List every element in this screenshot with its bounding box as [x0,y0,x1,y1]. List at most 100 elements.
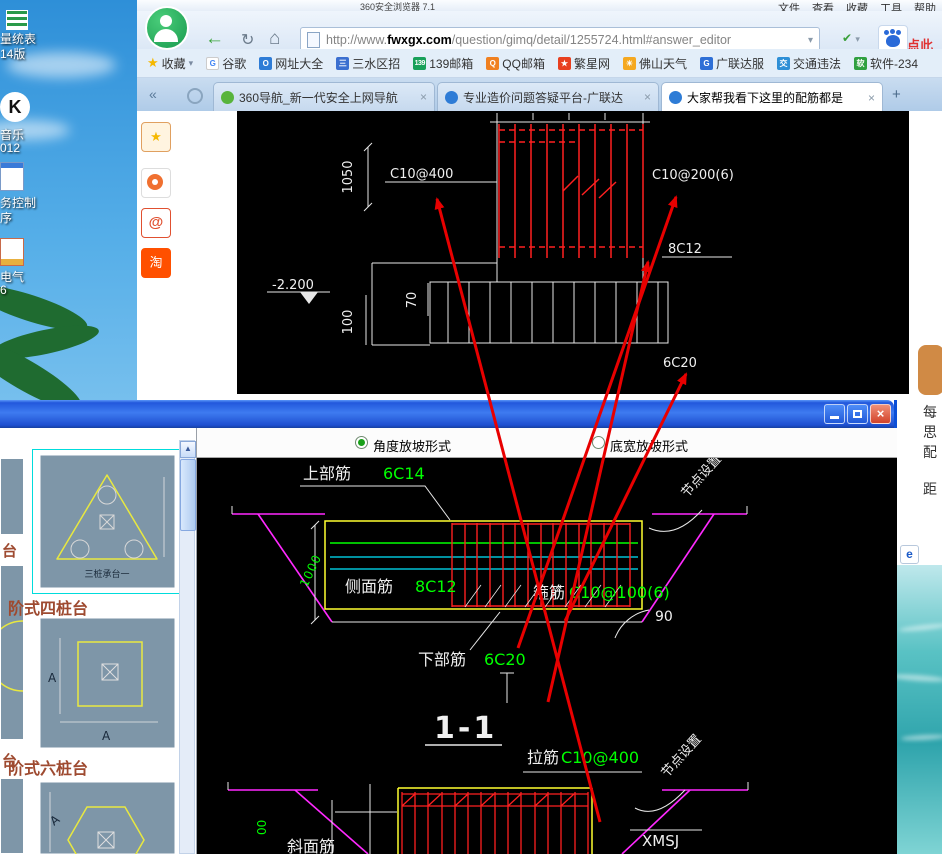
ie-badge-icon[interactable]: e [900,545,919,564]
sun-icon: ☀ [623,57,636,70]
template-tile-four-pile[interactable]: A A [40,618,175,753]
dialog-titlebar[interactable]: × [0,400,894,428]
bookmark-sanshui[interactable]: 三 三水区招 [336,55,400,72]
star-icon: ★ [147,55,159,71]
favorites-sidebar-icon[interactable]: ★ [141,122,171,152]
template-tile-three-pile[interactable]: 三桩承台一 [40,455,175,593]
bookmark-favorites[interactable]: ★ 收藏 ▾ [147,55,193,72]
chevron-down-icon: ▾ [189,58,194,69]
bookmark-traffic[interactable]: 交 交通违法 [777,55,841,72]
label-8c12: 8C12 [668,242,702,257]
avatar-body-shape [154,29,178,42]
refresh-button[interactable]: ↻ [241,30,254,50]
new-tab-button[interactable]: + [892,86,901,103]
tab-glodon-qa[interactable]: 专业造价问题答疑平台-广联达 × [437,82,659,111]
bookmark-qqmail[interactable]: Q QQ邮箱 [486,55,545,72]
scroll-up-arrow[interactable]: ▲ [180,441,196,458]
template-tile-six-pile[interactable]: A [40,782,175,854]
scrollbar-thumb[interactable] [180,459,196,531]
user-avatar[interactable] [145,6,189,50]
mail-at-icon[interactable]: @ [141,208,171,238]
value-top-rebar: 6C14 [383,464,425,483]
music-app-icon[interactable]: K [0,92,30,122]
value-stirrup: C10@100(6) [569,583,670,602]
wallpaper-sea [897,565,942,854]
minimize-icon [830,416,839,419]
tab-home-icon[interactable] [187,88,203,104]
bookmark-139mail[interactable]: 139 139邮箱 [413,55,473,72]
bookmark-label: 交通违法 [793,55,841,72]
maximize-button[interactable] [847,404,868,424]
radio-angle-label[interactable]: 角度放坡形式 [373,436,451,455]
slope-mode-options: 角度放坡形式 底宽放坡形式 [197,428,897,458]
minimize-button[interactable] [824,404,845,424]
stats-app-icon[interactable] [6,10,28,30]
qa-site-icon [445,91,458,104]
page-text-char: 距 [923,479,942,499]
url-prefix: http://www. [326,33,387,47]
home-button[interactable]: ⌂ [269,28,280,50]
radio-width-label[interactable]: 底宽放坡形式 [610,436,688,455]
tab-label: 360导航_新一代安全上网导航 [239,89,415,106]
bookmark-glodon[interactable]: G 广联达服 [700,55,764,72]
taobao-icon[interactable]: 淘 [141,248,171,278]
radio-angle-slope[interactable] [355,436,368,449]
bookmark-label: 三水区招 [352,55,400,72]
tab-close-icon[interactable]: × [868,91,875,105]
url-text: http://www.fwxgx.com/question/gimq/detai… [326,33,731,47]
fanxing-star-icon: ★ [558,57,571,70]
dim-70: 70 [405,292,420,309]
chevron-down-icon: ▾ [855,34,860,44]
bookmark-weather[interactable]: ☀ 佛山天气 [623,55,687,72]
bookmark-google[interactable]: G 谷歌 [206,55,246,72]
close-button[interactable]: × [870,404,891,424]
cad-question-drawing: 1050 C10@400 C10@200(6) 8C12 -2.200 100 … [237,111,909,394]
screen: 量统表 14版 K 音乐 012 务控制 序 电气 6 360安全浏览器 7.1… [0,0,942,854]
url-domain: fwxgx.com [387,33,452,47]
bookmark-software[interactable]: 软 软件-234 [854,55,918,72]
bookmark-fanxing[interactable]: ★ 繁星网 [558,55,610,72]
tao-glyph: 淘 [149,255,162,270]
template-tile-partial[interactable] [0,778,24,854]
desktop-icon-label[interactable]: 14版 [0,45,56,62]
service-app-icon[interactable] [0,162,24,191]
globe-icon: O [259,57,272,70]
template-tile-partial[interactable] [0,458,24,535]
radio-width-slope[interactable] [592,436,605,449]
dim-letter-a: A [102,729,111,743]
dim-1050: 1050 [341,160,356,193]
desktop-icon-label[interactable]: 012 [0,141,56,155]
bookmark-label: 佛山天气 [639,55,687,72]
url-path: /question/gimq/detail/1255724.html#answe… [452,33,731,47]
template-tile-partial[interactable] [0,565,24,740]
google-icon: G [206,57,219,70]
bookmark-label: QQ邮箱 [502,55,545,72]
desktop-icon-label[interactable]: 序 [0,209,56,226]
bookmark-label: 网址大全 [275,55,323,72]
page-icon [307,32,320,48]
dim-letter-a: A [48,671,57,685]
electric-app-icon[interactable] [0,238,24,266]
software-icon: 软 [854,57,867,70]
back-button[interactable]: ← [205,28,224,50]
safety-check-control[interactable]: ✔ ▾ [842,31,860,45]
weibo-icon[interactable] [141,168,171,198]
desktop-icon-label[interactable]: 6 [0,283,56,297]
check-icon: ✔ [842,31,852,45]
bookmark-sites[interactable]: O 网址大全 [259,55,323,72]
label-bottom-rebar: 下部筋 [418,650,466,669]
angle-90: 90 [655,609,673,625]
tab-rebar-question[interactable]: 大家帮我看下这里的配筋都是 × [661,82,883,112]
qa-site-icon [669,91,682,104]
chevron-down-icon[interactable]: ▾ [808,35,813,46]
at-glyph: @ [149,214,164,231]
avatar-head-shape [160,15,172,27]
template-scrollbar[interactable]: ▲ [179,440,195,854]
tab-close-icon[interactable]: × [420,90,427,104]
value-bottom-rebar: 6C20 [484,650,526,669]
value-side-rebar: 8C12 [415,577,457,596]
tab-close-icon[interactable]: × [644,90,651,104]
tab-360-nav[interactable]: 360导航_新一代安全上网导航 × [213,82,435,111]
tab-scroll-left-button[interactable]: « [149,86,157,102]
bookmark-label: 收藏 [162,55,186,72]
